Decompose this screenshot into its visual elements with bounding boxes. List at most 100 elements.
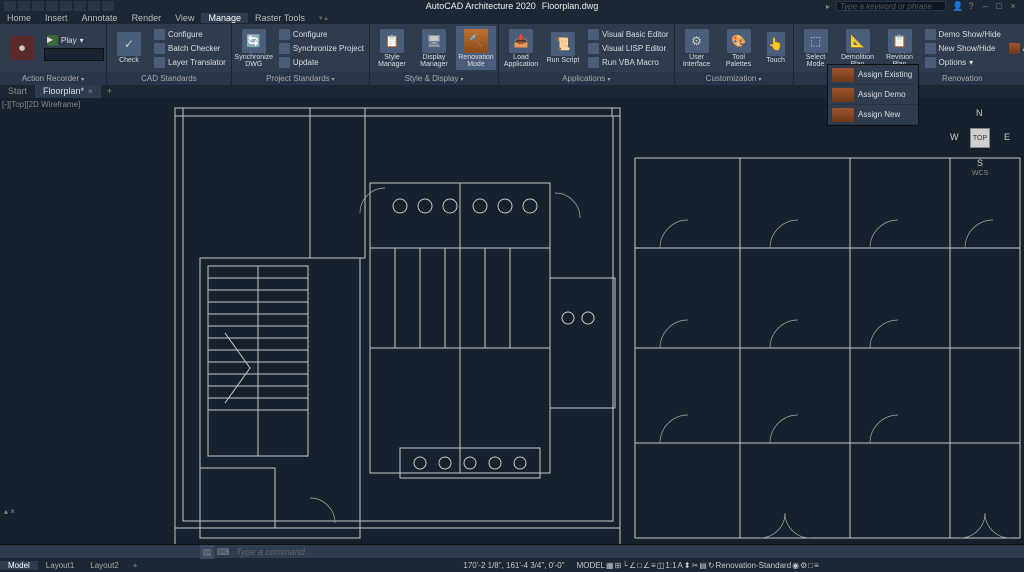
qat-item[interactable]	[102, 1, 114, 11]
qat-item[interactable]	[60, 1, 72, 11]
viewcube-face[interactable]: TOP	[970, 128, 990, 148]
qat-item[interactable]	[88, 1, 100, 11]
status-snap-icon[interactable]: ⊞	[615, 561, 622, 570]
viewcube[interactable]: N S W E TOP WCS	[950, 108, 1010, 188]
batch-checker-button[interactable]: Batch Checker	[151, 42, 229, 55]
ribbon-tabs: Home Insert Annotate Render View Manage …	[0, 12, 1024, 24]
tab-annotate[interactable]: Annotate	[75, 13, 125, 23]
status-polar-icon[interactable]: ∠	[629, 561, 636, 570]
tab-view[interactable]: View	[168, 13, 201, 23]
check-button[interactable]: ✓Check	[109, 26, 149, 70]
compass-north[interactable]: N	[976, 108, 983, 118]
status-clean-icon[interactable]: □	[808, 561, 813, 570]
qat-item[interactable]	[74, 1, 86, 11]
wall-new-icon	[832, 108, 854, 122]
help-icon[interactable]: ?	[966, 1, 976, 11]
ribbon-expand-icon[interactable]: ▾ ▴	[312, 14, 335, 22]
run-script-button[interactable]: 📜Run Script	[543, 26, 583, 70]
touch-button[interactable]: 👆Touch	[761, 26, 791, 70]
layout-tab-2[interactable]: Layout2	[82, 561, 126, 570]
status-annotation-icon[interactable]: A	[678, 561, 683, 570]
wcs-label[interactable]: WCS	[972, 170, 988, 177]
close-window-icon[interactable]: ×	[1008, 1, 1018, 11]
layout-tab-model[interactable]: Model	[0, 561, 38, 570]
group-customization: ⚙User Interface 🎨Tool Palettes 👆Touch Cu…	[675, 24, 794, 83]
qat-item[interactable]	[18, 1, 30, 11]
qat-item[interactable]	[46, 1, 58, 11]
status-layer-icon[interactable]: ▤	[699, 561, 707, 570]
signin-icon[interactable]: 👤	[952, 1, 962, 11]
dropdown-item-new[interactable]: Assign New	[828, 105, 918, 125]
add-layout-button[interactable]: +	[127, 561, 144, 570]
options-button[interactable]: Options ▾	[922, 56, 1004, 69]
dropdown-item-existing[interactable]: Assign Existing	[828, 65, 918, 85]
tab-raster[interactable]: Raster Tools	[248, 13, 312, 23]
status-renovation[interactable]: Renovation-Standard	[716, 561, 792, 570]
display-manager-button[interactable]: 🖥Display Manager	[414, 26, 454, 70]
style-manager-button[interactable]: 📋Style Manager	[372, 26, 412, 70]
status-hardware-icon[interactable]: ⚙	[800, 561, 807, 570]
demo-showhide-button[interactable]: Demo Show/Hide	[922, 28, 1004, 41]
tab-insert[interactable]: Insert	[38, 13, 75, 23]
viewport-label[interactable]: [-][Top][2D Wireframe]	[2, 100, 80, 109]
close-tab-icon[interactable]: ×	[88, 87, 93, 96]
status-grid-icon[interactable]: ▦	[606, 561, 614, 570]
cmd-history-icon[interactable]: ▤	[200, 545, 214, 559]
layer-translator-button[interactable]: Layer Translator	[151, 56, 229, 69]
sync-project-button[interactable]: Synchronize Project	[276, 42, 367, 55]
new-tab-button[interactable]: +	[101, 86, 118, 96]
minimize-icon[interactable]: –	[980, 1, 990, 11]
update-button[interactable]: Update	[276, 56, 367, 69]
tab-render[interactable]: Render	[125, 13, 169, 23]
command-input[interactable]: Type a command	[232, 547, 1024, 557]
tab-manage[interactable]: Manage	[201, 13, 248, 23]
vba-macro-button[interactable]: Run VBA Macro	[585, 56, 672, 69]
status-scale[interactable]: 1:1	[665, 561, 676, 570]
wall-demo-icon	[832, 88, 854, 102]
vb-editor-button[interactable]: Visual Basic Editor	[585, 28, 672, 41]
qat-item[interactable]	[4, 1, 16, 11]
cmd-collapse-icon[interactable]: ▴ ×	[4, 507, 15, 516]
status-cut-icon[interactable]: ✂	[692, 561, 699, 570]
compass-east[interactable]: E	[1004, 132, 1010, 142]
status-lineweight-icon[interactable]: ≡	[651, 561, 656, 570]
layout-tab-1[interactable]: Layout1	[38, 561, 82, 570]
command-line[interactable]: ▤ ⌨ Type a command	[0, 544, 1024, 558]
drawing-canvas[interactable]: [-][Top][2D Wireframe] ▴ ×	[0, 98, 1024, 544]
compass-west[interactable]: W	[950, 132, 959, 142]
status-isolate-icon[interactable]: ◉	[792, 561, 799, 570]
search-input[interactable]: Type a keyword or phrase	[836, 1, 946, 11]
assign-existing-button[interactable]: Assign Existing ▾	[1006, 42, 1024, 55]
dropdown-item-demo[interactable]: Assign Demo	[828, 85, 918, 105]
tab-start[interactable]: Start	[0, 84, 35, 98]
configure-project-button[interactable]: Configure	[276, 28, 367, 41]
qat-item[interactable]	[32, 1, 44, 11]
assign-dropdown: Assign Existing Assign Demo Assign New	[827, 64, 919, 126]
record-button[interactable]: ⏺	[2, 26, 42, 70]
new-showhide-button[interactable]: New Show/Hide	[922, 42, 1004, 55]
status-otrack-icon[interactable]: ∠	[643, 561, 650, 570]
play-button[interactable]: ▶Play ▾	[44, 34, 104, 47]
action-field[interactable]	[44, 48, 104, 61]
file-name: Floorplan.dwg	[542, 1, 599, 11]
tab-home[interactable]: Home	[0, 13, 38, 23]
load-application-button[interactable]: 📥Load Application	[501, 26, 541, 70]
configure-button[interactable]: Configure	[151, 28, 229, 41]
compass-south[interactable]: S	[977, 158, 983, 168]
status-custom-icon[interactable]: ≡	[814, 561, 819, 570]
status-transparency-icon[interactable]: ◫	[657, 561, 665, 570]
status-elev-icon[interactable]: ⬍	[684, 561, 691, 570]
sync-dwg-button[interactable]: 🔄Synchronize DWG	[234, 26, 274, 70]
user-interface-button[interactable]: ⚙User Interface	[677, 26, 717, 70]
tab-floorplan[interactable]: Floorplan*×	[35, 84, 101, 98]
ribbon: ⏺ ▶Play ▾ Action Recorder▾ ✓Check Config…	[0, 24, 1024, 84]
search-arrow-icon: ▸	[826, 2, 830, 11]
status-model[interactable]: MODEL	[577, 561, 605, 570]
status-osnap-icon[interactable]: □	[637, 561, 642, 570]
tool-palettes-button[interactable]: 🎨Tool Palettes	[719, 26, 759, 70]
status-replace-icon[interactable]: ↻	[708, 561, 715, 570]
renovation-mode-button[interactable]: 🔨Renovation Mode	[456, 26, 496, 70]
status-ortho-icon[interactable]: └	[622, 561, 628, 570]
lisp-editor-button[interactable]: Visual LISP Editor	[585, 42, 672, 55]
maximize-icon[interactable]: □	[994, 1, 1004, 11]
